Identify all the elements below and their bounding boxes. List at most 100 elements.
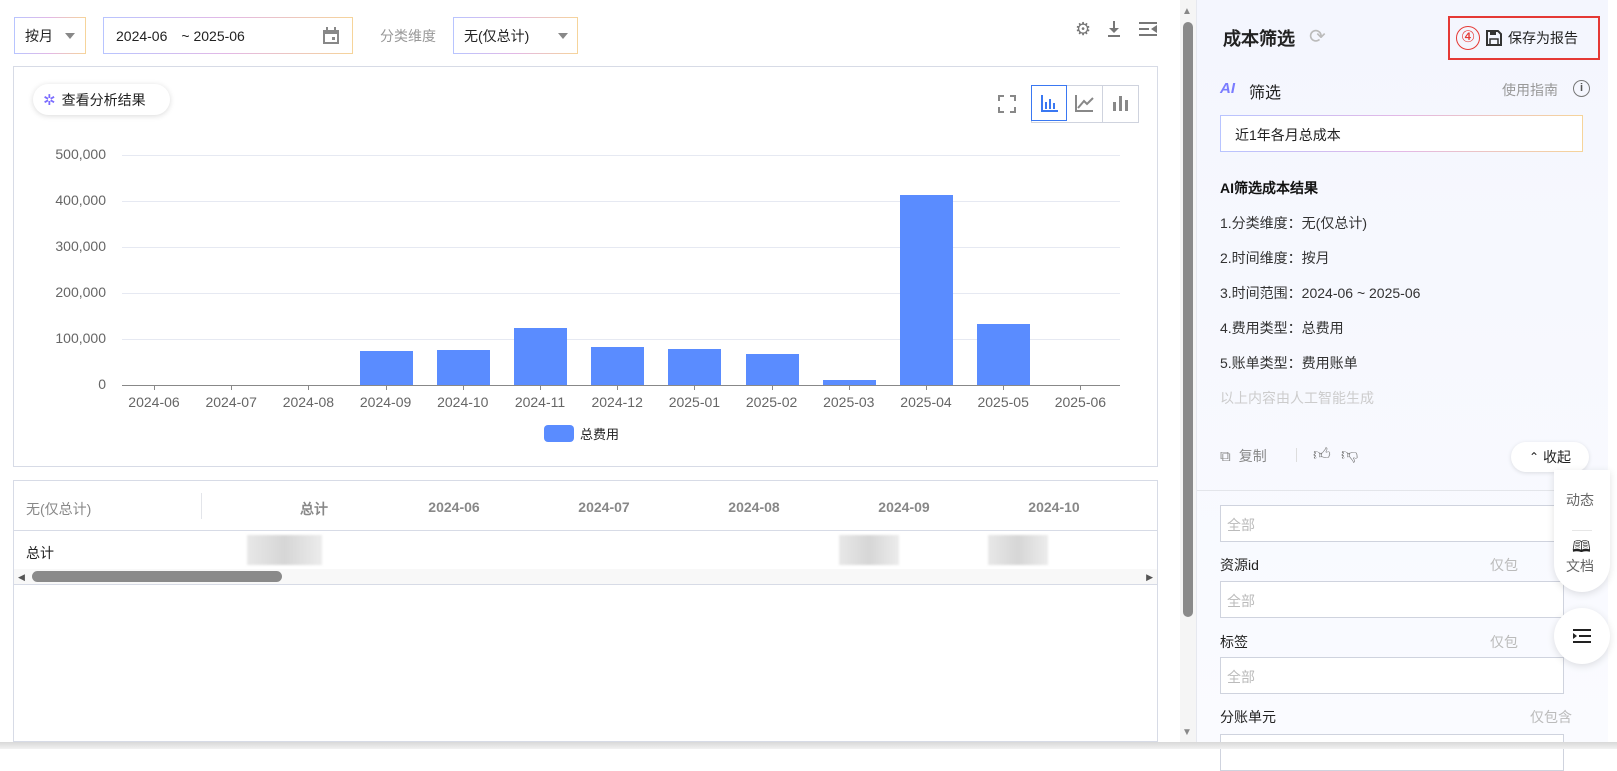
settings-gear-icon[interactable]: ⚙ [1075,20,1091,38]
resource-id-input[interactable]: 全部 [1220,581,1564,618]
vertical-scrollbar[interactable]: ▲ ▼ [1180,0,1196,742]
gridline [122,247,1120,248]
header-month: 2024-07 [578,499,630,515]
filter-input[interactable]: 全部 [1220,505,1564,542]
x-tick-label: 2024-10 [437,394,489,410]
info-icon[interactable]: i [1573,80,1590,97]
filter-mode[interactable]: 仅包 [1490,632,1518,652]
view-analysis-button[interactable]: ✲ 查看分析结果 [33,84,170,115]
result-title: AI筛选成本结果 [1220,180,1318,196]
result-item: 4.费用类型：总费用 [1220,320,1344,336]
x-axis-line [122,385,1120,386]
x-tick-label: 2024-12 [591,394,643,410]
filter-mode[interactable]: 仅包含 [1530,707,1572,727]
copy-button[interactable]: ⧉ 复制 [1220,446,1267,466]
bar-chart-button[interactable] [1103,86,1139,122]
x-tick-label: 2025-03 [823,394,875,410]
horizontal-scrollbar[interactable]: ◀ ▶ [14,569,1157,585]
x-tick [462,385,464,390]
line-chart-icon [1075,95,1094,112]
tag-input[interactable]: 全部 [1220,657,1564,694]
bar-2024-09[interactable] [359,351,413,385]
ai-sparkle-icon: ✲ [43,91,56,109]
download-icon[interactable] [1106,20,1122,38]
date-range-picker[interactable]: 2024-06 ~ 2025-06 [103,17,353,54]
bar-2025-04[interactable] [900,194,953,385]
header-month: 2024-10 [1028,499,1080,515]
window-bottom-edge [0,742,1617,749]
stacked-bar-chart-button[interactable] [1031,85,1067,121]
x-tick-label: 2025-04 [900,394,952,410]
scrollbar-thumb[interactable] [32,571,282,582]
x-tick [771,385,773,390]
dynamic-button[interactable]: 动态 [1566,490,1594,510]
placeholder: 全部 [1227,669,1255,685]
gridline [122,155,1120,156]
gridline [122,339,1120,340]
redacted-value [247,535,322,565]
bar-2025-03[interactable] [822,379,876,385]
header-month: 2024-08 [728,499,780,515]
chart-type-toggle [1031,85,1139,123]
bar-2025-01[interactable] [668,349,722,385]
header-month: 2024-09 [878,499,930,515]
cost-filter-panel: 成本筛选 ⟳ ④ 保存为报告 AI 筛选 使用指南 i 近1年各月总成本 AI筛… [1196,0,1608,771]
dimension-select[interactable]: 无(仅总计) [453,17,578,54]
scrollbar-thumb[interactable] [1183,22,1193,617]
bar-chart-icon [1112,96,1128,111]
x-tick [231,385,233,390]
filter-mode[interactable]: 仅包 [1490,555,1518,575]
granularity-select[interactable]: 按月 [14,17,86,54]
save-disk-icon [1486,30,1502,46]
thumbs-up-icon[interactable]: 👍︎ [1313,444,1331,465]
x-tick-label: 2024-07 [205,394,257,410]
split-unit-input[interactable] [1220,734,1564,771]
usage-guide-link[interactable]: 使用指南 [1502,80,1558,100]
x-tick [926,385,927,390]
save-as-report-button[interactable]: ④ 保存为报告 [1448,16,1600,60]
step-marker: ④ [1456,26,1480,50]
chevron-up-double-icon: ⌃ [1528,450,1540,464]
ai-disclaimer: 以上内容由人工智能生成 [1220,390,1374,406]
filter-label-split-unit: 分账单元 [1220,709,1276,725]
bar-2024-12[interactable] [591,346,645,385]
date-end: ~ 2025-06 [181,27,245,44]
copy-label: 复制 [1238,448,1267,464]
legend-label: 总费用 [580,427,620,442]
x-tick-label: 2024-08 [282,394,335,410]
y-tick-label: 500,000 [55,146,106,162]
legend-swatch [544,425,574,442]
x-tick [617,385,619,390]
docs-button[interactable]: 文档 [1566,556,1594,576]
line-chart-button[interactable] [1067,86,1103,122]
x-tick [848,385,850,390]
bar-2024-11[interactable] [514,327,567,385]
placeholder: 全部 [1227,517,1255,533]
ai-logo-icon: AI [1220,80,1235,97]
header-total: 总计 [300,501,328,517]
y-tick-label: 200,000 [55,284,106,300]
y-tick-label: 100,000 [55,330,106,346]
x-tick-label: 2024-11 [514,394,566,410]
refresh-icon[interactable]: ⟳ [1309,24,1326,49]
copy-icon: ⧉ [1220,447,1231,465]
gridline [122,201,1120,202]
filter-label-resource-id: 资源id [1220,557,1259,573]
x-tick [694,385,696,390]
x-tick-label: 2024-09 [359,394,412,410]
query-text: 近1年各月总成本 [1235,127,1341,143]
legend-item[interactable]: 总费用 [544,424,619,443]
redacted-value [839,535,899,565]
dimension-value: 无(仅总计) [464,27,530,44]
thumbs-down-icon[interactable]: 👎︎ [1341,444,1358,465]
bar-2025-05[interactable] [977,324,1031,385]
ai-query-input[interactable]: 近1年各月总成本 [1220,115,1583,152]
x-tick-label: 2025-02 [745,394,798,410]
collapse-panel-icon[interactable] [1139,21,1159,37]
collapse-button[interactable]: ⌃ 收起 [1511,442,1589,472]
fullscreen-icon[interactable] [998,95,1016,113]
bar-2024-10[interactable] [436,350,490,385]
ai-filter-title: 筛选 [1249,85,1282,102]
bar-2025-02[interactable] [745,354,799,385]
toggle-outline-button[interactable] [1554,608,1610,664]
